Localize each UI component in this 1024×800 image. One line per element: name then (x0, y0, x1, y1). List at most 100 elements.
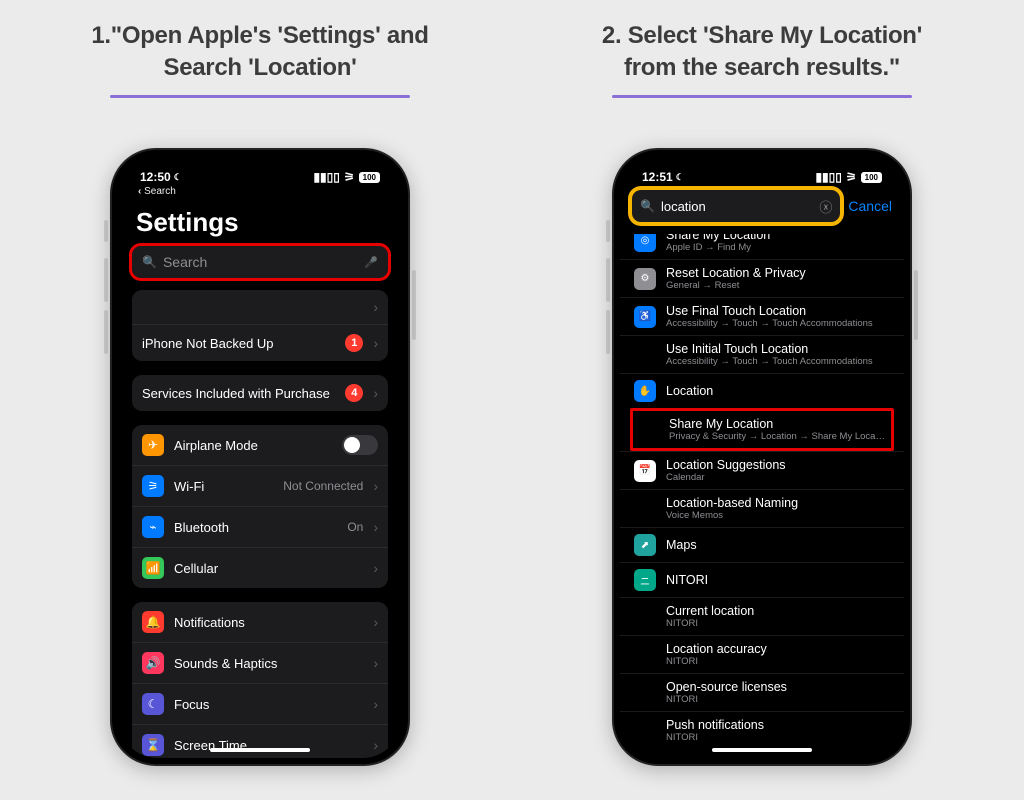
row-notifications[interactable]: 🔔 Notifications › (132, 602, 388, 642)
volume-up (104, 258, 108, 302)
findmy-icon: ◎ (634, 234, 656, 252)
phone-mock-1: 12:50 ☾ ▮▮▯▯ ⚞ 100 Search Settings 🔍 Sea… (110, 148, 410, 766)
battery-icon: 100 (861, 172, 882, 183)
clear-icon[interactable]: ⓧ (819, 197, 832, 216)
result-maps[interactable]: ⬈ Maps (620, 527, 904, 562)
row-screen-time[interactable]: ⌛ Screen Time › (132, 724, 388, 758)
notifications-icon: 🔔 (142, 611, 164, 633)
result-use-final-touch[interactable]: ♿ Use Final Touch Location Accessibility… (620, 297, 904, 335)
maps-icon: ⬈ (634, 534, 656, 556)
group-alerts: › iPhone Not Backed Up 1 › (132, 290, 388, 361)
signal-icon: ▮▮▯▯ (815, 170, 841, 184)
row-iphone-not-backed-up[interactable]: iPhone Not Backed Up 1 › (132, 324, 388, 361)
screentime-icon: ⌛ (142, 734, 164, 756)
row-cellular[interactable]: 📶 Cellular › (132, 547, 388, 588)
result-share-my-location-privacy[interactable]: Share My Location Privacy & Security → L… (633, 411, 891, 448)
underline-decor (110, 95, 410, 98)
chevron-right-icon: › (373, 519, 378, 535)
signal-icon: ▮▮▯▯ (313, 170, 339, 184)
home-indicator[interactable] (210, 748, 310, 752)
gear-icon: ⚙ (634, 268, 656, 290)
airplane-toggle[interactable] (342, 435, 378, 455)
badge: 4 (345, 384, 363, 402)
bluetooth-icon: ⌁ (142, 516, 164, 538)
search-input[interactable]: 🔍 Search 🎤 (132, 246, 388, 278)
row-airplane-mode[interactable]: ✈ Airplane Mode (132, 425, 388, 465)
screen-2: 12:51 ☾ ▮▮▯▯ ⚞ 100 🔍 location ⓧ Cancel ◎ (620, 156, 904, 758)
volume-down (606, 310, 610, 354)
focus-icon: ☾ (142, 693, 164, 715)
status-bar: 12:50 ☾ ▮▮▯▯ ⚞ 100 (118, 156, 402, 186)
result-nitori-app[interactable]: ニ NITORI (620, 562, 904, 597)
search-value: location (661, 199, 813, 214)
chevron-right-icon: › (373, 335, 378, 351)
row-wifi[interactable]: ⚞ Wi-Fi Not Connected › (132, 465, 388, 506)
wifi-icon: ⚞ (142, 475, 164, 497)
calendar-icon: 📅 (634, 460, 656, 482)
nitori-icon: ニ (634, 569, 656, 591)
chevron-right-icon: › (373, 614, 378, 630)
result-share-my-location-findmy[interactable]: ◎ Share My Location Apple ID → Find My (620, 234, 904, 259)
step-1-title: 1."Open Apple's 'Settings' and Search 'L… (30, 20, 490, 85)
row-bluetooth[interactable]: ⌁ Bluetooth On › (132, 506, 388, 547)
mute-switch (104, 220, 108, 242)
clock: 12:51 (642, 170, 673, 184)
cancel-button[interactable]: Cancel (848, 198, 892, 214)
result-reset-location-privacy[interactable]: ⚙ Reset Location & Privacy General → Res… (620, 259, 904, 297)
result-current-location[interactable]: Current location NITORI (620, 597, 904, 635)
battery-icon: 100 (359, 172, 380, 183)
search-icon: 🔍 (640, 199, 655, 213)
row-focus[interactable]: ☾ Focus › (132, 683, 388, 724)
clock: 12:50 (140, 170, 171, 184)
row-blank-top[interactable]: › (132, 290, 388, 324)
status-bar: 12:51 ☾ ▮▮▯▯ ⚞ 100 (620, 156, 904, 186)
mic-icon[interactable]: 🎤 (364, 256, 378, 269)
chevron-right-icon: › (373, 560, 378, 576)
power-button (412, 270, 416, 340)
row-services-included[interactable]: Services Included with Purchase 4 › (132, 375, 388, 411)
chevron-right-icon: › (373, 478, 378, 494)
phone-mock-2: 12:51 ☾ ▮▮▯▯ ⚞ 100 🔍 location ⓧ Cancel ◎ (612, 148, 912, 766)
highlighted-result: Share My Location Privacy & Security → L… (630, 408, 894, 451)
accessibility-icon: ♿ (634, 306, 656, 328)
cellular-icon: 📶 (142, 557, 164, 579)
group-services: Services Included with Purchase 4 › (132, 375, 388, 411)
search-icon: 🔍 (142, 255, 157, 269)
row-sounds-haptics[interactable]: 🔊 Sounds & Haptics › (132, 642, 388, 683)
result-open-source-licenses[interactable]: Open-source licenses NITORI (620, 673, 904, 711)
result-push-notifications[interactable]: Push notifications NITORI (620, 711, 904, 748)
dnd-moon-icon: ☾ (676, 172, 684, 183)
result-location-accuracy[interactable]: Location accuracy NITORI (620, 635, 904, 673)
power-button (914, 270, 918, 340)
volume-down (104, 310, 108, 354)
search-header: 🔍 location ⓧ Cancel (620, 186, 904, 230)
search-placeholder: Search (163, 254, 358, 270)
result-location[interactable]: ✋ Location (620, 373, 904, 408)
chevron-right-icon: › (373, 696, 378, 712)
wifi-icon: ⚞ (846, 170, 857, 184)
chevron-right-icon: › (373, 385, 378, 401)
chevron-right-icon: › (373, 655, 378, 671)
result-location-based-naming[interactable]: Location-based Naming Voice Memos (620, 489, 904, 527)
result-use-initial-touch[interactable]: Use Initial Touch Location Accessibility… (620, 335, 904, 373)
home-indicator[interactable] (712, 748, 812, 752)
airplane-icon: ✈ (142, 434, 164, 456)
underline-decor (612, 95, 912, 98)
chevron-right-icon: › (373, 299, 378, 315)
wifi-icon: ⚞ (344, 170, 355, 184)
step-2-title: 2. Select 'Share My Location' from the s… (532, 20, 992, 85)
result-location-suggestions[interactable]: 📅 Location Suggestions Calendar (620, 451, 904, 489)
group-notifications: 🔔 Notifications › 🔊 Sounds & Haptics › ☾… (132, 602, 388, 758)
search-results[interactable]: ◎ Share My Location Apple ID → Find My ⚙… (620, 234, 904, 748)
dnd-moon-icon: ☾ (174, 172, 182, 183)
step-1: 1."Open Apple's 'Settings' and Search 'L… (30, 20, 490, 98)
back-search-link[interactable]: Search (118, 186, 402, 203)
screen-1: 12:50 ☾ ▮▮▯▯ ⚞ 100 Search Settings 🔍 Sea… (118, 156, 402, 758)
group-connectivity: ✈ Airplane Mode ⚞ Wi-Fi Not Connected › … (132, 425, 388, 588)
search-input[interactable]: 🔍 location ⓧ (632, 190, 840, 222)
privacy-hand-icon: ✋ (634, 380, 656, 402)
badge: 1 (345, 334, 363, 352)
chevron-right-icon: › (373, 737, 378, 753)
step-2: 2. Select 'Share My Location' from the s… (532, 20, 992, 98)
sounds-icon: 🔊 (142, 652, 164, 674)
